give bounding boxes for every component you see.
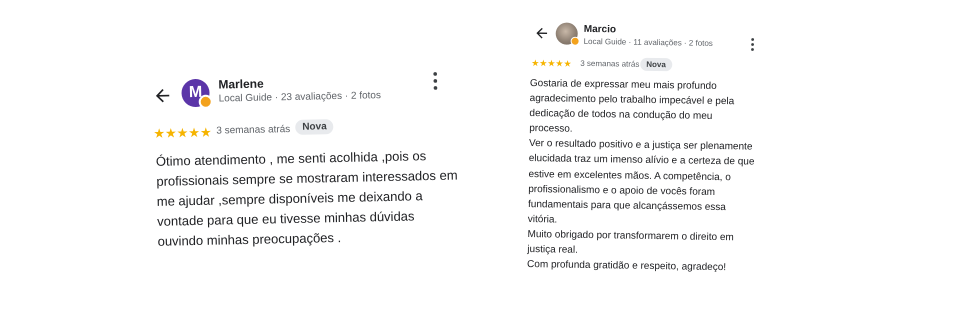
review-paragraph: Muito obrigado por transformarem o direi… [527, 228, 734, 256]
review-card-marlene: M Marlene Local Guide · 23 avaliações · … [148, 61, 483, 268]
star-rating: ★★★★★ [531, 58, 572, 69]
review-time: 3 semanas atrás [216, 124, 291, 137]
arrow-back-icon[interactable] [152, 85, 172, 105]
reviewer-meta: Local Guide · 23 avaliações · 2 fotos [218, 90, 382, 105]
more-vert-icon[interactable] [430, 70, 440, 92]
review-text: Gostaria de expressar meu mais profundo … [527, 76, 758, 276]
more-vert-icon[interactable] [748, 36, 756, 52]
arrow-back-icon[interactable] [534, 25, 550, 41]
avatar[interactable]: M [181, 78, 213, 109]
new-badge: Nova [295, 119, 334, 135]
local-guide-badge-icon [570, 36, 580, 46]
local-guide-badge-icon [198, 94, 213, 109]
reviewer-name[interactable]: Marcio [584, 24, 616, 36]
review-time: 3 semanas atrás [580, 58, 640, 69]
new-badge: Nova [640, 57, 672, 72]
reviewer-name[interactable]: Marlene [218, 77, 264, 92]
review-paragraph: Gostaria de expressar meu mais profundo … [529, 78, 735, 135]
review-paragraph: Com profunda gratidão e respeito, agrade… [527, 259, 727, 274]
review-text: Ótimo atendimento , me senti acolhida ,p… [155, 148, 458, 249]
star-rating: ★★★★★ [153, 124, 212, 141]
review-card-marcio: Marcio Local Guide · 11 avaliações · 2 f… [523, 16, 768, 292]
avatar[interactable] [555, 22, 580, 46]
review-paragraph: Ver o resultado positivo e a justiça ser… [527, 138, 755, 226]
reviewer-meta: Local Guide · 11 avaliações · 2 fotos [583, 36, 713, 48]
